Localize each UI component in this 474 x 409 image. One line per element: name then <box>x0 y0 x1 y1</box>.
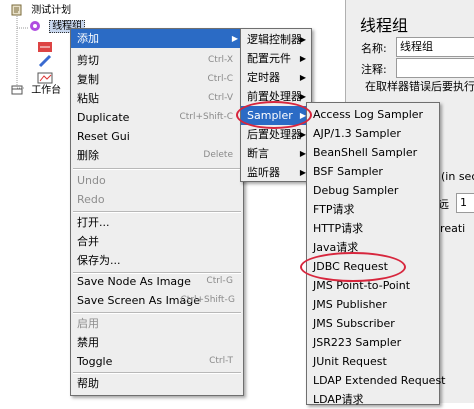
comment-field[interactable] <box>396 58 474 78</box>
sampler-item-access-log[interactable]: Access Log Sampler <box>307 105 439 124</box>
submenu-item-sampler[interactable]: Sampler ▶ <box>241 106 311 125</box>
sampler-item-http[interactable]: HTTP请求 <box>307 219 439 238</box>
sampler-item-ldap[interactable]: LDAP请求 <box>307 390 439 409</box>
sampler-item-java[interactable]: Java请求 <box>307 238 439 257</box>
tree-item-label: 测试计划 <box>31 5 72 16</box>
menu-item-save-as[interactable]: 保存为... <box>71 251 243 270</box>
menu-item-copy[interactable]: 复制 Ctrl-C <box>71 70 243 89</box>
submenu-arrow-icon: ▶ <box>299 54 306 63</box>
panel-title: 线程组 <box>360 16 409 35</box>
sampler-item-ftp[interactable]: FTP请求 <box>307 200 439 219</box>
menu-item-cut[interactable]: 剪切 Ctrl-X <box>71 51 243 70</box>
submenu-arrow-icon: ▶ <box>231 34 238 43</box>
submenu-item-post-processor[interactable]: 后置处理器 ▶ <box>241 125 311 144</box>
sampler-item-bsf[interactable]: BSF Sampler <box>307 162 439 181</box>
sampler-item-ldap-extended[interactable]: LDAP Extended Request <box>307 371 445 390</box>
context-menu: 添加 ▶ 剪切 Ctrl-X 复制 Ctrl-C 粘贴 Ctrl-V Duplicate… <box>70 28 244 396</box>
sampler-item-debug[interactable]: Debug Sampler <box>307 181 439 200</box>
menu-item-toggle[interactable]: Toggle Ctrl-T <box>71 352 243 371</box>
name-field[interactable]: 线程组 <box>396 37 474 57</box>
submenu-item-timer[interactable]: 定时器 ▶ <box>241 68 311 87</box>
sampler-item-jms-p2p[interactable]: JMS Point-to-Point <box>307 276 439 295</box>
submenu-arrow-icon: ▶ <box>299 73 306 82</box>
menu-item-redo[interactable]: Redo <box>71 190 243 209</box>
name-label: 名称: <box>361 42 387 55</box>
menu-item-enable[interactable]: 启用 <box>71 314 243 333</box>
menu-item-save-node-image[interactable]: Save Node As Image Ctrl-G <box>71 272 243 291</box>
menu-item-undo[interactable]: Undo <box>71 171 243 190</box>
submenu-item-logic-controller[interactable]: 逻辑控制器 ▶ <box>241 30 311 49</box>
sampler-item-junit[interactable]: JUnit Request <box>307 352 439 371</box>
add-submenu: 逻辑控制器 ▶ 配置元件 ▶ 定时器 ▶ 前置处理器 ▶ Sampler ▶ 后置处理器 ▶… <box>240 28 312 182</box>
menu-item-open[interactable]: 打开... <box>71 213 243 232</box>
menu-item-reset-gui[interactable]: Reset Gui <box>71 127 243 146</box>
child-node-icons <box>37 42 53 84</box>
comment-label: 注释: <box>361 63 387 76</box>
tree-item-label: 工作台 <box>31 85 62 96</box>
menu-item-help[interactable]: 帮助 <box>71 374 243 393</box>
submenu-item-config-element[interactable]: 配置元件 ▶ <box>241 49 311 68</box>
tree-lines <box>16 16 28 89</box>
submenu-item-listener[interactable]: 监听器 ▶ <box>241 163 311 182</box>
sampler-item-ajp[interactable]: AJP/1.3 Sampler <box>307 124 439 143</box>
menu-item-save-screen-image[interactable]: Save Screen As Image Ctrl+Shift-G <box>71 291 243 310</box>
sampler-item-jsr223[interactable]: JSR223 Sampler <box>307 333 439 352</box>
thread-group-icon <box>30 21 40 31</box>
menu-separator <box>73 168 241 170</box>
sampler-item-beanshell[interactable]: BeanShell Sampler <box>307 143 439 162</box>
menu-item-delete[interactable]: 删除 Delete <box>71 146 243 165</box>
sampler-item-jms-subscriber[interactable]: JMS Subscriber <box>307 314 439 333</box>
sampler-item-jdbc-request[interactable]: JDBC Request <box>307 257 439 276</box>
sampler-submenu: Access Log Sampler AJP/1.3 Sampler BeanS… <box>306 102 445 406</box>
submenu-item-pre-processor[interactable]: 前置处理器 ▶ <box>241 87 311 106</box>
submenu-item-assertion[interactable]: 断言 ▶ <box>241 144 311 163</box>
menu-item-add[interactable]: 添加 ▶ <box>71 29 243 48</box>
menu-item-duplicate[interactable]: Duplicate Ctrl+Shift-C <box>71 108 243 127</box>
submenu-arrow-icon: ▶ <box>299 35 306 44</box>
menu-item-paste[interactable]: 粘贴 Ctrl-V <box>71 89 243 108</box>
loop-count-field[interactable]: 1 <box>456 193 474 213</box>
error-action-label: 在取样器错误后要执行 <box>365 80 474 93</box>
sampler-item-jms-publisher[interactable]: JMS Publisher <box>307 295 439 314</box>
ramp-up-fragment: (in sec <box>441 170 474 183</box>
menu-item-disable[interactable]: 禁用 <box>71 333 243 352</box>
menu-item-merge[interactable]: 合并 <box>71 232 243 251</box>
